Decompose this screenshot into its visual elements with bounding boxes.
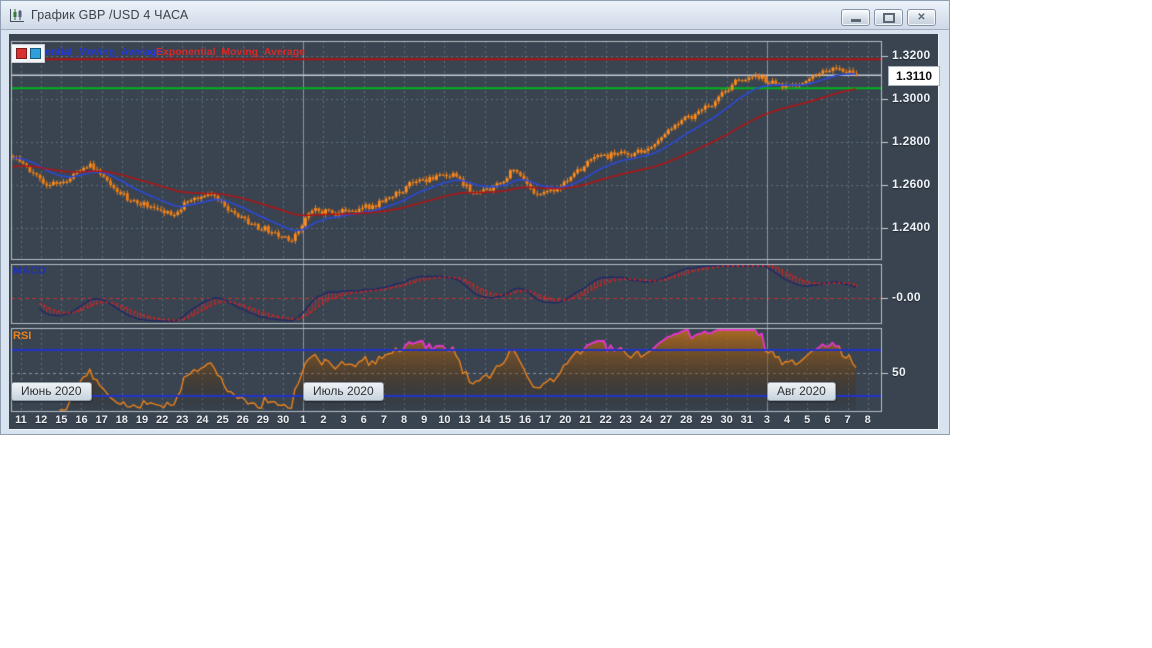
x-axis-label: 26: [236, 414, 249, 426]
x-axis-label: 1: [300, 414, 307, 426]
chart-region: ential_Moving_Average Exponential_Moving…: [9, 34, 940, 430]
x-axis-label: 30: [720, 414, 733, 426]
x-axis-label: 6: [360, 414, 367, 426]
x-axis-label: 8: [400, 414, 408, 426]
x-axis-label: 3: [340, 414, 347, 426]
month-label-august: Авг 2020: [767, 382, 836, 401]
x-axis-label: 14: [478, 414, 491, 426]
x-axis-label: 15: [498, 414, 511, 426]
x-axis-label: 3: [763, 414, 770, 426]
price-tick-label: 1.2600: [892, 177, 931, 191]
close-icon: ✕: [917, 11, 926, 23]
x-axis-label: 13: [458, 414, 471, 426]
window-title: График GBP /USD 4 ЧАСА: [31, 8, 189, 22]
macd-panel-label: MACD: [13, 265, 46, 277]
price-tick-label: 1.3200: [892, 48, 931, 62]
minimize-button[interactable]: [841, 9, 870, 26]
x-axis-label: 27: [659, 414, 673, 426]
x-axis-label: 21: [579, 414, 592, 426]
title-bar[interactable]: График GBP /USD 4 ЧАСА ✕: [1, 1, 949, 30]
month-label-july: Июль 2020: [303, 382, 384, 401]
x-axis-label: 17: [539, 414, 552, 426]
x-axis-label: 16: [75, 414, 88, 426]
x-axis-label: 19: [135, 414, 149, 426]
x-axis-label: 10: [438, 414, 451, 426]
x-axis-label: 29: [256, 414, 270, 426]
x-axis-label: 20: [559, 414, 572, 426]
ema-red-swatch-icon: [15, 48, 27, 59]
x-axis-label: 7: [380, 414, 387, 426]
maximize-icon: [882, 12, 895, 23]
x-axis-label: 6: [824, 414, 831, 426]
x-axis-label: 23: [176, 414, 189, 426]
x-axis-label: 5: [804, 414, 811, 426]
indicator-legend: [11, 44, 45, 63]
ema-blue-swatch-icon: [29, 48, 41, 59]
candlestick-chart-icon: [9, 8, 25, 23]
price-tick-label: 1.3000: [892, 91, 931, 105]
rsi-panel-label: RSI: [13, 330, 32, 342]
x-axis-label: 4: [784, 414, 791, 426]
macd-tick-label: -0.00: [892, 290, 921, 304]
chart-window: График GBP /USD 4 ЧАСА ✕ ential_Moving_A…: [0, 0, 950, 435]
desktop: { "window": { "title": "График GBP /USD …: [0, 0, 1152, 648]
close-button[interactable]: ✕: [907, 9, 936, 26]
x-axis-label: 16: [518, 414, 532, 426]
maximize-button[interactable]: [874, 9, 903, 26]
x-axis-label: 11: [15, 414, 27, 426]
ema-slow-label: Exponential_Moving_Average: [156, 46, 305, 58]
x-axis-label: 28: [680, 414, 693, 426]
x-axis-label: 15: [55, 414, 68, 426]
price-tick-label: 1.2400: [892, 220, 931, 234]
x-axis-label: 23: [619, 414, 632, 426]
x-axis-label: 24: [639, 414, 653, 426]
current-price-box: 1.3110: [888, 66, 940, 86]
x-axis-label: 22: [599, 414, 612, 426]
minimize-icon: [850, 19, 861, 22]
x-axis-label: 29: [700, 414, 713, 426]
x-axis-label: 7: [844, 414, 851, 426]
x-axis-label: 12: [35, 414, 48, 426]
x-axis-label: 2: [320, 414, 327, 426]
rsi-tick-label: 50: [892, 365, 906, 379]
x-axis-label: 18: [115, 414, 128, 426]
month-label-june: Июнь 2020: [11, 382, 92, 401]
price-tick-label: 1.2800: [892, 134, 931, 148]
x-axis-label: 24: [196, 414, 209, 426]
x-axis-label: 31: [740, 414, 753, 426]
x-axis-label: 22: [155, 414, 169, 426]
window-client-area: ential_Moving_Average Exponential_Moving…: [1, 29, 949, 434]
ema-fast-label: ential_Moving_Average: [45, 46, 162, 58]
window-controls: ✕: [841, 9, 936, 26]
price-chart-canvas[interactable]: [9, 34, 938, 429]
x-axis-label: 8: [864, 414, 871, 426]
x-axis-label: 25: [216, 414, 229, 426]
x-axis-label: 30: [276, 414, 290, 426]
x-axis-label: 9: [421, 414, 428, 426]
x-axis-label: 17: [95, 414, 108, 426]
